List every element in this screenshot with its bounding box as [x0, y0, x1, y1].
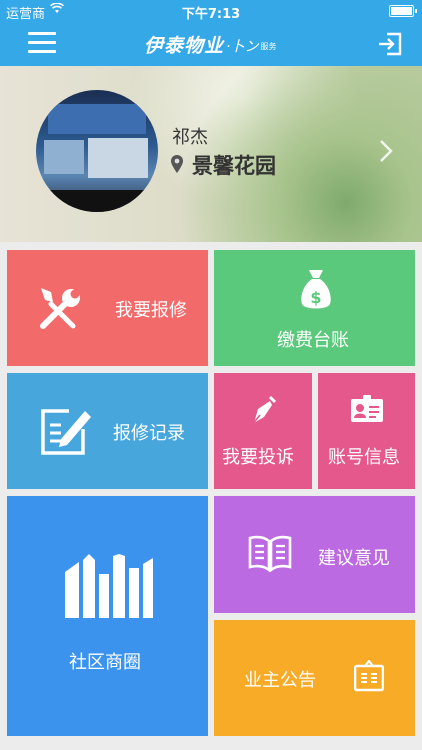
logout-icon[interactable]: [378, 32, 402, 56]
status-bar: 运营商 下午7:13: [0, 0, 422, 22]
svg-text:$: $: [310, 288, 321, 307]
money-bag-icon: $: [301, 270, 331, 309]
wrench-screwdriver-icon: [40, 288, 80, 329]
tile-complaint-label: 我要投诉: [222, 447, 294, 468]
tile-fee[interactable]: $ 缴费台账: [214, 250, 415, 366]
brand-logo: 伊泰物业 ·卜ン 服务: [144, 30, 276, 58]
brand-mark: ·卜ン: [226, 39, 259, 55]
tile-repair[interactable]: 我要报修: [7, 250, 208, 366]
battery-icon: [389, 5, 417, 17]
status-time: 下午7:13: [181, 7, 241, 22]
id-card-icon: [351, 395, 383, 422]
tile-complaint[interactable]: 我要投诉: [214, 373, 312, 489]
tile-notice[interactable]: 业主公告: [214, 620, 415, 736]
tile-records[interactable]: 报修记录: [7, 373, 208, 489]
tile-notice-label: 业主公告: [244, 670, 316, 691]
tile-account[interactable]: 账号信息: [318, 373, 415, 489]
chevron-right-icon[interactable]: [378, 138, 394, 164]
edit-note-icon: [41, 409, 91, 455]
location-pin-icon: [171, 155, 183, 173]
tile-fee-label: 缴费台账: [277, 330, 349, 351]
community-name: 景馨花园: [192, 154, 276, 178]
tile-records-label: 报修记录: [113, 423, 185, 444]
tile-circle-label: 社区商圈: [69, 652, 141, 673]
open-book-icon: [248, 535, 292, 572]
tile-suggest-label: 建议意见: [318, 548, 390, 569]
tile-suggest[interactable]: 建议意见: [214, 496, 415, 613]
tile-repair-label: 我要报修: [115, 300, 187, 321]
pen-nib-icon: [251, 395, 276, 426]
brand-suffix: 服务: [260, 42, 277, 51]
hamburger-menu-icon[interactable]: [28, 32, 56, 54]
buildings-icon: [65, 554, 153, 618]
profile-header[interactable]: 祁杰 景馨花园: [0, 66, 422, 242]
brand-name: 伊泰物业: [144, 35, 225, 57]
user-name: 祁杰: [172, 127, 208, 148]
avatar: [36, 90, 158, 212]
nav-bar: 伊泰物业 ·卜ン 服务: [0, 22, 422, 66]
notice-board-icon: [354, 660, 384, 692]
tile-account-label: 账号信息: [328, 447, 400, 468]
tile-circle[interactable]: 社区商圈: [7, 496, 208, 736]
